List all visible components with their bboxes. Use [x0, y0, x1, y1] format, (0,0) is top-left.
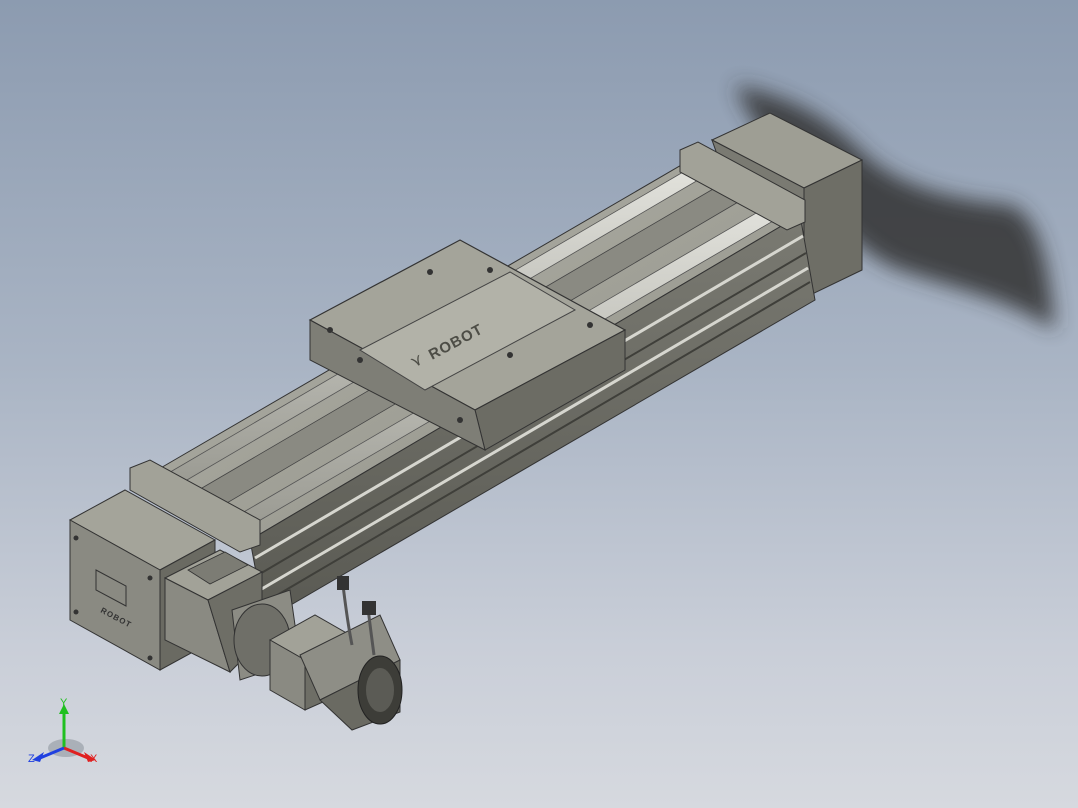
triad-y-label: Y	[60, 697, 68, 709]
triad-z-label: Z	[28, 753, 35, 765]
screw	[427, 269, 433, 275]
linear-actuator[interactable]: ROBOT ⋎ ROBOT	[68, 112, 864, 731]
screw	[457, 417, 463, 423]
screw	[147, 655, 153, 661]
connector-2	[362, 601, 376, 615]
screw	[487, 267, 493, 273]
view-triad[interactable]: Y X Z	[28, 697, 98, 765]
cad-scene[interactable]: ROBOT ⋎ ROBOT Y X Z	[0, 0, 1078, 808]
screw	[507, 352, 513, 358]
3d-viewport[interactable]: ROBOT ⋎ ROBOT Y X Z	[0, 0, 1078, 808]
connector-1	[337, 576, 349, 590]
screw	[147, 575, 153, 581]
screw	[73, 609, 79, 615]
triad-x-label: X	[90, 753, 98, 765]
screw	[73, 535, 79, 541]
screw	[327, 327, 333, 333]
screw	[587, 322, 593, 328]
screw	[357, 357, 363, 363]
